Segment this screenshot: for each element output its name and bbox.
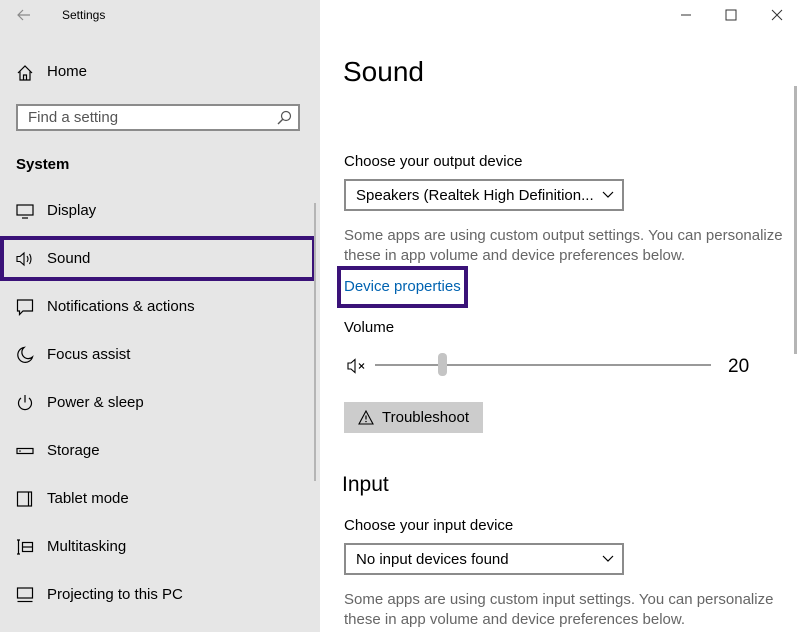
home-icon	[17, 65, 33, 81]
device-properties-link[interactable]: Device properties	[337, 266, 468, 308]
sidebar-item-label: Sound	[47, 250, 91, 267]
storage-icon	[16, 447, 34, 455]
sidebar-item-display[interactable]: Display	[0, 189, 316, 233]
output-device-label: Choose your output device	[344, 153, 523, 170]
sidebar-item-label: Tablet mode	[47, 490, 129, 507]
notifications-icon	[16, 299, 34, 316]
app-title: Settings	[62, 8, 106, 22]
output-device-dropdown[interactable]: Speakers (Realtek High Definition...	[344, 179, 624, 211]
warning-icon	[358, 410, 374, 425]
page-title: Sound	[343, 56, 424, 87]
section-heading: System	[16, 156, 70, 173]
sidebar-item-label: Storage	[47, 442, 100, 459]
search-icon[interactable]	[276, 110, 292, 126]
input-device-value: No input devices found	[356, 551, 509, 568]
input-device-dropdown[interactable]: No input devices found	[344, 543, 624, 575]
sidebar-item-label: Display	[47, 202, 97, 219]
display-icon	[16, 204, 34, 219]
troubleshoot-button[interactable]: Troubleshoot	[344, 402, 483, 433]
projector-icon	[16, 587, 34, 603]
sidebar-item-tablet-mode[interactable]: Tablet mode	[0, 477, 316, 521]
sidebar-item-power-sleep[interactable]: Power & sleep	[0, 381, 316, 425]
output-help-text: Some apps are using custom output settin…	[344, 227, 783, 264]
sidebar-item-label: Notifications & actions	[47, 298, 195, 315]
mute-speaker-icon[interactable]	[347, 358, 369, 374]
sidebar-item-label: Projecting to this PC	[47, 586, 183, 603]
sidebar-item-multitasking[interactable]: Multitasking	[0, 525, 316, 569]
nav-home[interactable]: Home	[0, 56, 318, 90]
minimize-button[interactable]	[674, 4, 698, 26]
maximize-icon	[725, 9, 737, 21]
maximize-button[interactable]	[719, 4, 743, 26]
troubleshoot-label: Troubleshoot	[382, 409, 469, 426]
chevron-down-icon	[602, 555, 614, 562]
speaker-icon	[16, 251, 32, 267]
close-button[interactable]	[765, 4, 789, 26]
sidebar-item-label: Multitasking	[47, 538, 127, 555]
back-button[interactable]	[12, 4, 36, 26]
minimize-icon	[681, 14, 691, 16]
sidebar-item-notifications[interactable]: Notifications & actions	[0, 285, 316, 329]
tablet-icon	[16, 491, 33, 507]
device-properties-label: Device properties	[344, 278, 461, 295]
sidebar-item-label: Focus assist	[47, 346, 131, 363]
content-scrollbar[interactable]	[794, 86, 797, 354]
search-input[interactable]	[18, 106, 268, 129]
power-icon	[17, 395, 33, 411]
volume-slider-track[interactable]	[375, 364, 711, 366]
chevron-down-icon	[602, 191, 614, 198]
volume-label: Volume	[344, 319, 395, 336]
input-help-text: Some apps are using custom input setting…	[344, 591, 774, 628]
output-device-value: Speakers (Realtek High Definition...	[356, 187, 594, 204]
sidebar-item-focus-assist[interactable]: Focus assist	[0, 333, 316, 377]
volume-slider-thumb[interactable]	[438, 353, 447, 376]
sidebar-item-sound[interactable]: Sound	[0, 236, 316, 281]
sidebar-scrollbar[interactable]	[314, 203, 316, 481]
input-device-label: Choose your input device	[344, 517, 514, 534]
nav-home-label: Home	[47, 63, 88, 80]
multitasking-icon	[17, 539, 34, 555]
moon-icon	[17, 346, 34, 363]
sidebar-item-storage[interactable]: Storage	[0, 429, 316, 473]
title-bar: Settings	[0, 0, 320, 32]
back-arrow-icon	[17, 9, 30, 21]
sidebar-item-projecting[interactable]: Projecting to this PC	[0, 573, 316, 617]
close-icon	[771, 9, 783, 21]
main-content: Sound Choose your output device Speakers…	[320, 0, 799, 632]
sidebar-item-label: Power & sleep	[47, 394, 144, 411]
input-section-title: Input	[342, 473, 389, 496]
search-box[interactable]	[16, 104, 300, 131]
volume-value: 20	[728, 356, 750, 377]
sidebar: Settings Home System Display Sound	[0, 0, 320, 632]
